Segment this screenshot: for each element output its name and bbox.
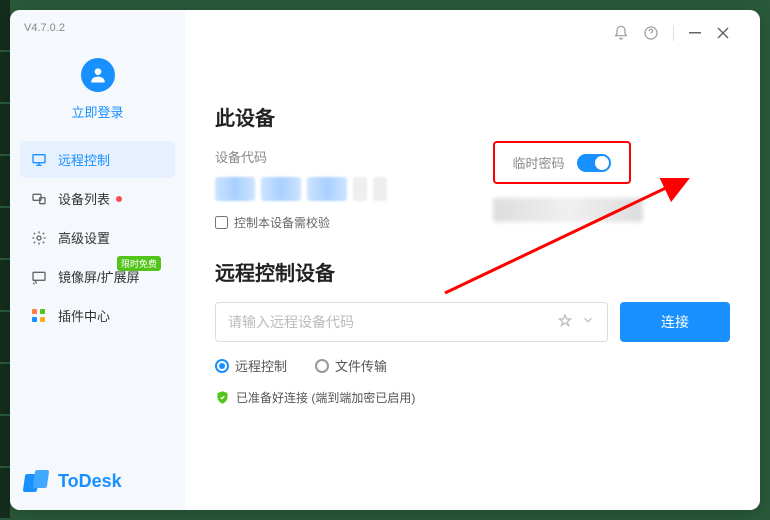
radio-label: 远程控制 — [235, 356, 287, 375]
logo-text: ToDesk — [58, 471, 122, 492]
status-text: 已准备好连接 (端到端加密已启用) — [236, 389, 415, 406]
temp-password-section: 临时密码 — [493, 147, 731, 222]
status-row: 已准备好连接 (端到端加密已启用) — [215, 389, 730, 406]
nav-label: 高级设置 — [58, 228, 110, 247]
minimize-button[interactable] — [688, 26, 702, 40]
user-icon — [88, 65, 108, 85]
star-icon[interactable] — [557, 313, 573, 332]
device-code-section: 设备代码 控制本设备需校验 — [215, 147, 453, 231]
nav-mirror-extend[interactable]: 限时免费 镜像屏/扩展屏 — [20, 258, 175, 295]
connect-button[interactable]: 连接 — [620, 302, 730, 342]
remote-section: 远程控制设备 连接 远程控制 — [215, 257, 730, 406]
avatar[interactable] — [81, 58, 115, 92]
content: 此设备 设备代码 控制本设备需校验 — [215, 46, 730, 406]
logo-mark-icon — [24, 470, 52, 492]
titlebar — [215, 20, 730, 46]
notification-dot — [116, 196, 122, 202]
promo-badge: 限时免费 — [117, 256, 161, 271]
nav-remote-control[interactable]: 远程控制 — [20, 141, 175, 178]
nav-plugin-center[interactable]: 插件中心 — [20, 297, 175, 334]
logo: ToDesk — [10, 452, 185, 510]
nav-advanced-settings[interactable]: 高级设置 — [20, 219, 175, 256]
nav-label: 设备列表 — [58, 189, 110, 208]
remote-code-input-wrapper — [215, 302, 608, 342]
bell-icon[interactable] — [613, 25, 629, 41]
gear-icon — [30, 229, 48, 247]
radio-file-transfer[interactable]: 文件传输 — [315, 356, 387, 375]
close-button[interactable] — [716, 26, 730, 40]
sidebar: V4.7.0.2 立即登录 远程控制 设备列表 高级设置 限时免费 — [10, 10, 185, 510]
user-section: 立即登录 — [10, 42, 185, 141]
chevron-down-icon[interactable] — [581, 313, 595, 332]
radio-icon — [215, 359, 229, 373]
login-link[interactable]: 立即登录 — [71, 102, 123, 121]
nav: 远程控制 设备列表 高级设置 限时免费 镜像屏/扩展屏 插件中心 — [10, 141, 185, 334]
verify-checkbox-label: 控制本设备需校验 — [234, 214, 330, 231]
remote-title: 远程控制设备 — [215, 257, 730, 286]
temp-password-toggle[interactable] — [577, 154, 611, 172]
verify-checkbox[interactable] — [215, 216, 228, 229]
temp-password-highlight: 临时密码 — [493, 141, 631, 184]
plugin-icon — [30, 307, 48, 325]
radio-remote-control[interactable]: 远程控制 — [215, 356, 287, 375]
version-label: V4.7.0.2 — [10, 22, 185, 42]
desktop-edge — [0, 0, 10, 520]
this-device-title: 此设备 — [215, 102, 730, 131]
nav-label: 远程控制 — [58, 150, 110, 169]
temp-password-value — [493, 198, 643, 222]
main-content: 此设备 设备代码 控制本设备需校验 — [185, 10, 760, 510]
device-code-value — [215, 174, 453, 204]
nav-device-list[interactable]: 设备列表 — [20, 180, 175, 217]
help-icon[interactable] — [643, 25, 659, 41]
monitor-icon — [30, 151, 48, 169]
shield-check-icon — [215, 390, 230, 405]
devices-icon — [30, 190, 48, 208]
remote-code-input[interactable] — [228, 314, 557, 330]
temp-password-label: 临时密码 — [513, 153, 565, 172]
radio-icon — [315, 359, 329, 373]
verify-checkbox-row[interactable]: 控制本设备需校验 — [215, 214, 453, 231]
nav-label: 插件中心 — [58, 306, 110, 325]
radio-label: 文件传输 — [335, 356, 387, 375]
app-window: V4.7.0.2 立即登录 远程控制 设备列表 高级设置 限时免费 — [10, 10, 760, 510]
divider — [673, 25, 674, 41]
cast-icon — [30, 268, 48, 286]
device-code-label: 设备代码 — [215, 147, 453, 166]
